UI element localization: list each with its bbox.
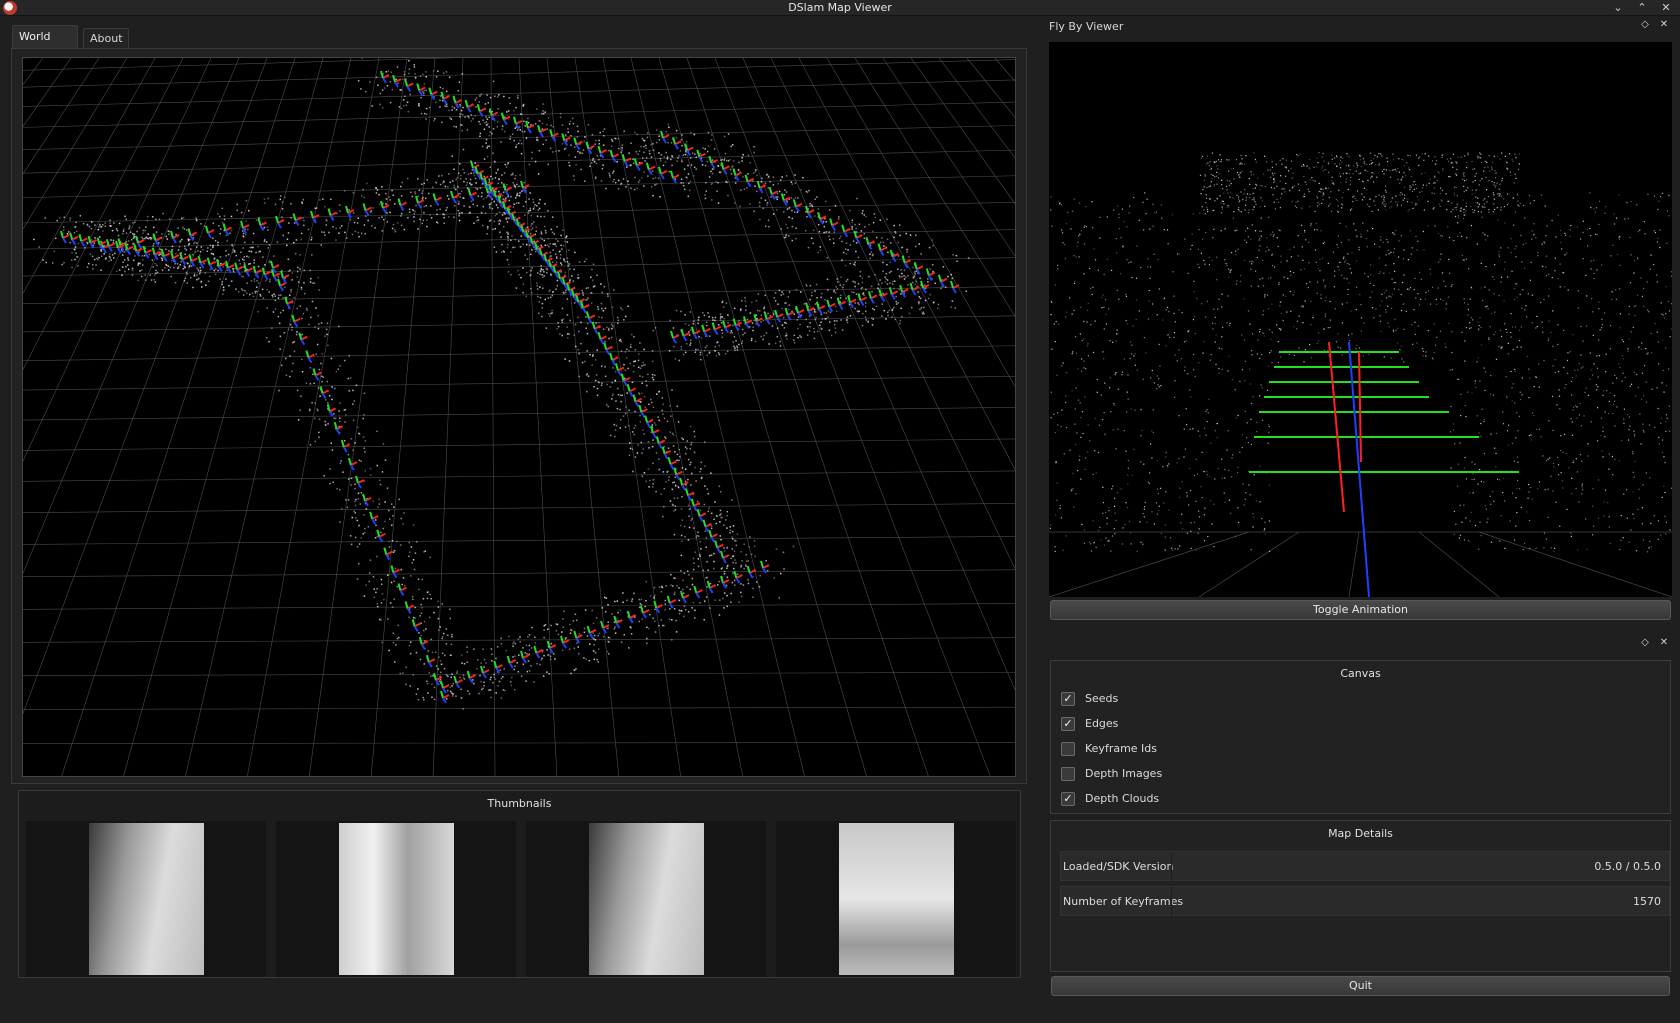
keyframes-value: 1570 [1633,895,1661,908]
keyframe-ids-checkbox[interactable] [1061,742,1075,756]
float-dock-icon[interactable]: ◇ [1638,18,1652,32]
float-dock-icon[interactable]: ◇ [1638,636,1652,650]
sdk-version-value: 0.5.0 / 0.5.0 [1594,860,1661,873]
tab-world-view[interactable]: World View [12,25,78,65]
thumbnail-image [339,823,454,975]
check-icon: ✓ [1063,692,1073,705]
floor-grid [23,58,1015,776]
keyframes-key: Number of Keyframes [1063,895,1184,908]
world-view-render[interactable] [23,58,1016,777]
window-title: DSlam Map Viewer [788,1,892,14]
depth-clouds-checkbox[interactable]: ✓ [1061,792,1075,806]
thumbnail-3[interactable] [526,821,766,977]
tab-about[interactable]: About [83,28,129,49]
world-view-frame [11,48,1027,784]
sdk-version-key: Loaded/SDK Version [1063,860,1174,873]
seeds-label: Seeds [1085,692,1119,705]
edges-label: Edges [1085,717,1119,730]
map-details-title: Map Details [1328,827,1393,840]
world-view-canvas[interactable] [22,57,1016,777]
close-icon[interactable]: ✕ [1657,18,1671,32]
canvas-group: Canvas ✓ Seeds ✓ Edges Keyframe Ids Dept… [1050,660,1671,814]
fly-by-render[interactable] [1049,42,1672,597]
thumbnail-2[interactable] [276,821,516,977]
map-details-group: Map Details Loaded/SDK Version 0.5.0 / 0… [1050,820,1671,972]
edges-checkbox[interactable]: ✓ [1061,717,1075,731]
toggle-animation-button[interactable]: Toggle Animation [1050,600,1671,620]
check-icon: ✓ [1063,792,1073,805]
seeds-checkbox[interactable]: ✓ [1061,692,1075,706]
thumbnail-image [89,823,204,975]
close-icon[interactable]: ✕ [1657,636,1671,650]
keyframes-row: Number of Keyframes 1570 [1060,886,1670,917]
keyframe-ids-label: Keyframe Ids [1085,742,1158,755]
row-divider [1171,852,1172,882]
sdk-version-row: Loaded/SDK Version 0.5.0 / 0.5.0 [1060,851,1670,882]
fly-by-title: Fly By Viewer [1049,20,1124,33]
fly-trajectory [1249,341,1519,597]
depth-clouds-label: Depth Clouds [1085,792,1160,805]
depth-images-checkbox[interactable] [1061,767,1075,781]
close-window-icon[interactable]: ✕ [1656,0,1676,16]
thumbnail-4[interactable] [776,821,1016,977]
thumbnail-1[interactable] [26,821,266,977]
quit-button[interactable]: Quit [1051,976,1670,996]
thumbnails-panel: Thumbnails [18,790,1021,978]
canvas-title: Canvas [1340,667,1381,680]
row-divider [1171,887,1172,917]
fly-floor-grid [1049,531,1672,597]
thumbnail-image [839,823,954,975]
thumbnail-image [589,823,704,975]
depth-images-label: Depth Images [1085,767,1163,780]
minimize-icon[interactable]: ⌄ [1608,0,1628,16]
maximize-icon[interactable]: ⌃ [1632,0,1652,16]
title-bar: DSlam Map Viewer ⌄ ⌃ ✕ [0,0,1680,16]
thumbnails-title: Thumbnails [487,797,552,810]
check-icon: ✓ [1063,717,1073,730]
fly-by-viewer-canvas[interactable] [1049,42,1672,597]
point-cloud [33,58,970,710]
